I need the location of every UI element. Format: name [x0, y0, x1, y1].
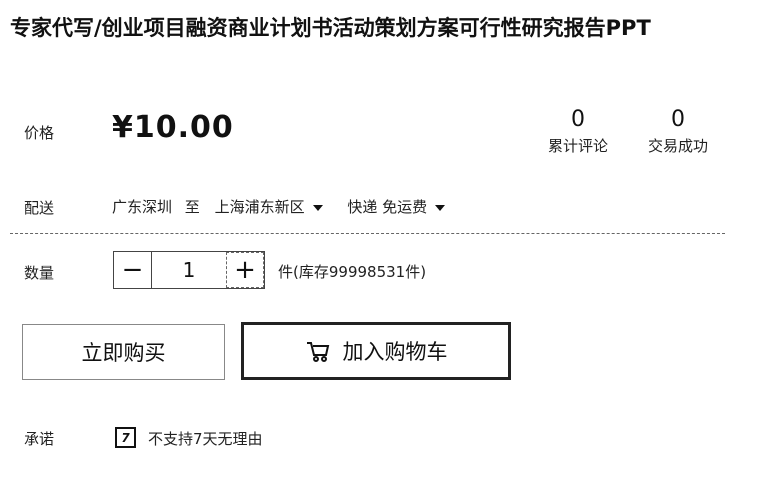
shipping-method-value: 快递 免运费 [347, 198, 428, 216]
shipping-to-word: 至 [184, 198, 200, 216]
reviews-count: 0 [571, 107, 585, 132]
chevron-down-icon [312, 204, 323, 211]
price-value: ¥10.00 [112, 110, 234, 145]
destination-value: 上海浦东新区 [214, 198, 305, 216]
reviews-label: 累计评论 [547, 137, 608, 155]
shipping-method-select[interactable]: 快递 免运费 [347, 196, 446, 217]
quantity-label: 数量 [24, 264, 55, 282]
cart-icon [306, 342, 329, 362]
stock-text: 件(库存99998531件) [278, 263, 427, 281]
transactions-label: 交易成功 [647, 137, 708, 155]
quantity-stepper: − 1 + [113, 251, 265, 289]
add-to-cart-label: 加入购物车 [342, 340, 448, 364]
shipping-origin: 广东深圳 [112, 198, 173, 216]
buy-now-button[interactable]: 立即购买 [22, 324, 225, 380]
transactions-stat[interactable]: 0 交易成功 [638, 106, 718, 158]
product-title: 专家代写/创业项目融资商业计划书活动策划方案可行性研究报告PPT [10, 16, 651, 40]
no-return-icon: 7 [115, 427, 136, 448]
reviews-stat[interactable]: 0 累计评论 [538, 106, 618, 158]
divider [10, 233, 725, 234]
price-label: 价格 [24, 124, 55, 142]
destination-select[interactable]: 上海浦东新区 [215, 196, 323, 217]
quantity-decrease-button[interactable]: − [114, 252, 152, 288]
quantity-input[interactable]: 1 [152, 252, 226, 288]
shipping-label: 配送 [24, 199, 55, 217]
buy-now-label: 立即购买 [81, 341, 166, 365]
shipping-row: 广东深圳 至 上海浦东新区 快递 免运费 [112, 196, 446, 217]
quantity-increase-button[interactable]: + [226, 252, 264, 288]
promise-text: 不支持7天无理由 [148, 430, 263, 448]
chevron-down-icon [435, 204, 446, 211]
transactions-count: 0 [671, 107, 685, 132]
promise-label: 承诺 [24, 430, 55, 448]
add-to-cart-button[interactable]: 加入购物车 [241, 322, 511, 380]
